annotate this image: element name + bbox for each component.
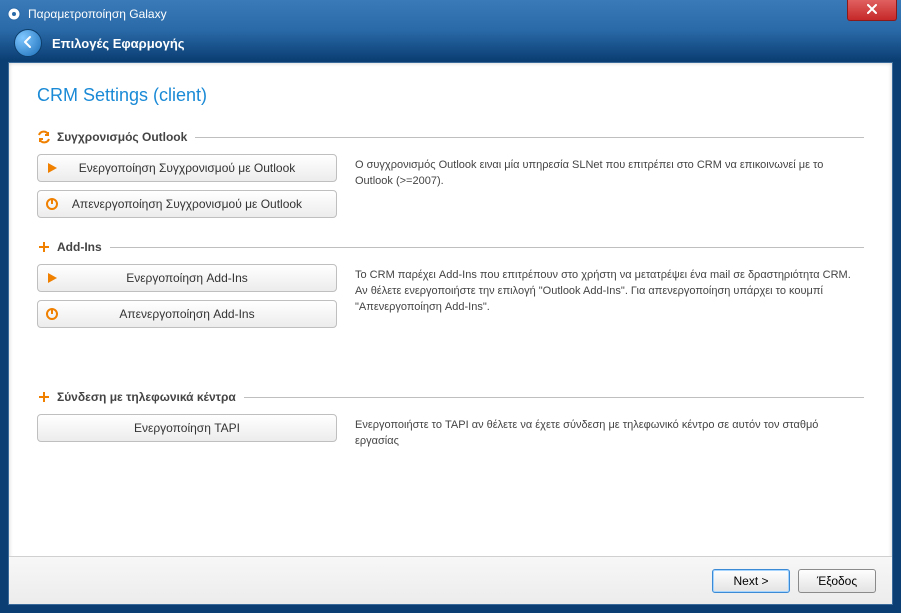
titlebar: Παραμετροποίηση Galaxy [0,0,901,28]
exit-button[interactable]: Έξοδος [798,569,876,593]
play-icon [38,155,66,181]
play-icon [38,265,66,291]
group-header-outlook: Συγχρονισμός Outlook [37,130,864,144]
next-button[interactable]: Next > [712,569,790,593]
button-column-outlook: Ενεργοποίηση Συγχρονισμού με Outlook Απε… [37,154,337,218]
divider [244,397,864,398]
disable-addins-button[interactable]: Απενεργοποίηση Add-Ins [37,300,337,328]
divider [195,137,864,138]
close-button[interactable] [847,0,897,21]
app-icon [6,6,22,22]
outlook-desc: Ο συγχρονισμός Outlook ειναι μία υπηρεσί… [355,154,864,190]
power-icon [38,191,66,217]
group-title-tapi: Σύνδεση με τηλεφωνικά κέντρα [57,390,236,404]
addins-desc: Το CRM παρέχει Add-Ins που επιτρέπουν στ… [355,264,864,316]
group-header-addins: Add-Ins [37,240,864,254]
disable-addins-label: Απενεργοποίηση Add-Ins [66,307,336,321]
window-title: Παραμετροποίηση Galaxy [28,7,167,21]
group-body-tapi: Ενεργοποίηση TAPI Ενεργοποιήστε το TAPI … [37,414,864,450]
subheader-title: Επιλογές Εφαρμογής [52,36,185,51]
divider [110,247,864,248]
enable-addins-button[interactable]: Ενεργοποίηση Add-Ins [37,264,337,292]
subheader: Επιλογές Εφαρμογής [0,28,901,58]
group-outlook-sync: Συγχρονισμός Outlook Ενεργοποίηση Συγχρο… [37,130,864,218]
group-header-tapi: Σύνδεση με τηλεφωνικά κέντρα [37,390,864,404]
plus-icon [37,390,51,404]
group-addins: Add-Ins Ενεργοποίηση Add-Ins [37,240,864,328]
sync-icon [37,130,51,144]
enable-tapi-button[interactable]: Ενεργοποίηση TAPI [37,414,337,442]
group-title-outlook: Συγχρονισμός Outlook [57,130,187,144]
close-icon [867,3,877,17]
group-body-outlook: Ενεργοποίηση Συγχρονισμού με Outlook Απε… [37,154,864,218]
plus-icon [37,240,51,254]
group-tapi: Σύνδεση με τηλεφωνικά κέντρα Ενεργοποίησ… [37,390,864,450]
tapi-desc: Ενεργοποιήστε το TAPI αν θέλετε να έχετε… [355,414,864,450]
blank-icon [38,415,66,441]
group-body-addins: Ενεργοποίηση Add-Ins Απενεργοποίηση Add-… [37,264,864,328]
disable-outlook-sync-label: Απενεργοποίηση Συγχρονισμού με Outlook [66,197,336,211]
button-column-tapi: Ενεργοποίηση TAPI [37,414,337,442]
button-column-addins: Ενεργοποίηση Add-Ins Απενεργοποίηση Add-… [37,264,337,328]
window-root: Παραμετροποίηση Galaxy Επιλογές Εφαρμογή… [0,0,901,613]
enable-addins-label: Ενεργοποίηση Add-Ins [66,271,336,285]
enable-outlook-sync-label: Ενεργοποίηση Συγχρονισμού με Outlook [66,161,336,175]
disable-outlook-sync-button[interactable]: Απενεργοποίηση Συγχρονισμού με Outlook [37,190,337,218]
back-button[interactable] [14,29,42,57]
group-title-addins: Add-Ins [57,240,102,254]
power-icon [38,301,66,327]
content-panel: CRM Settings (client) Συγχρονισμός Outlo… [8,62,893,605]
page-title: CRM Settings (client) [37,85,864,106]
enable-outlook-sync-button[interactable]: Ενεργοποίηση Συγχρονισμού με Outlook [37,154,337,182]
enable-tapi-label: Ενεργοποίηση TAPI [66,421,336,435]
spacer [37,350,864,390]
footer: Next > Έξοδος [9,556,892,604]
arrow-left-icon [21,35,35,52]
